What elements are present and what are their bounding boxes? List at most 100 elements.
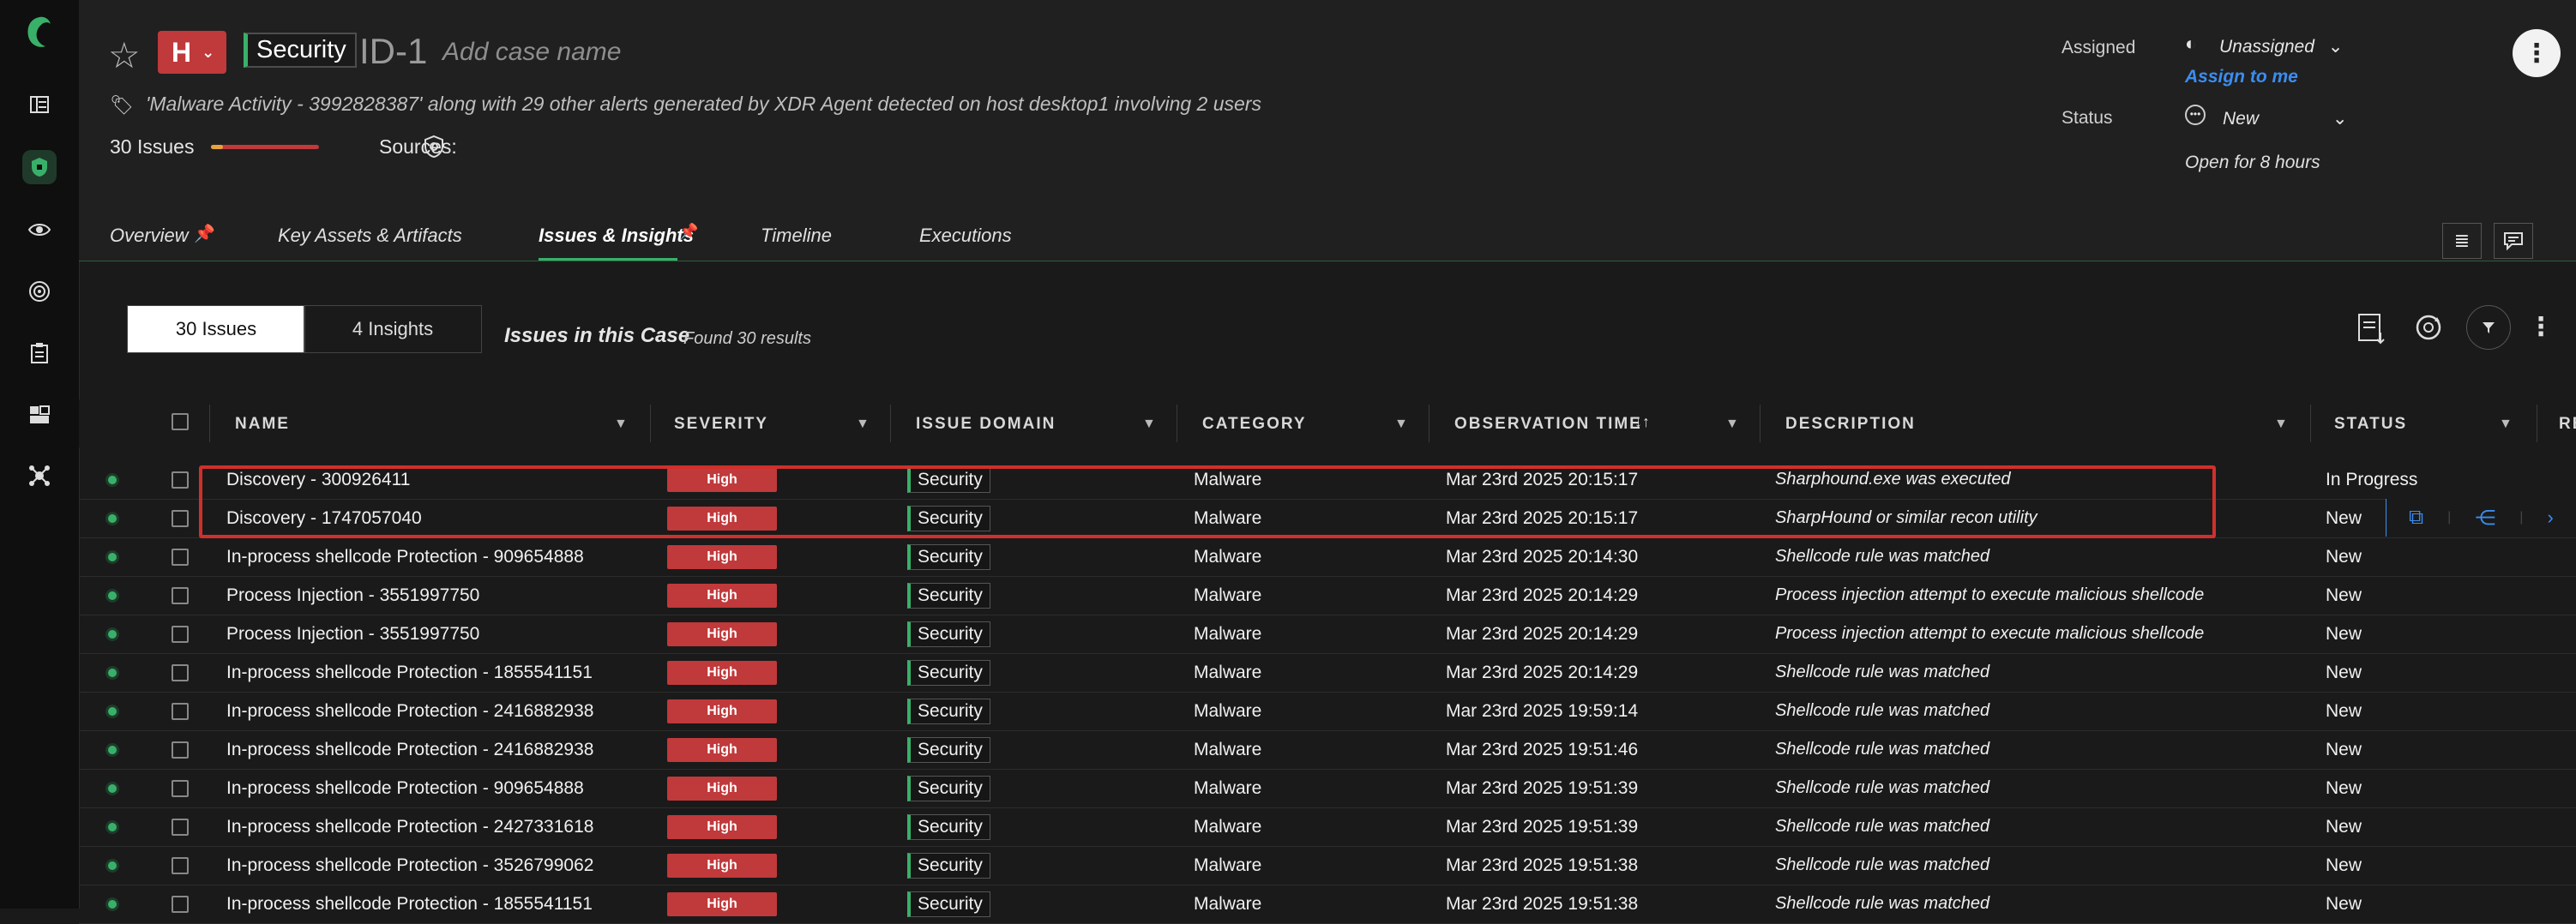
col-header-name[interactable]: NAME [235, 415, 290, 434]
severity-pill: High [667, 583, 777, 608]
row-checkbox[interactable] [172, 741, 189, 759]
row-checkbox[interactable] [172, 625, 189, 643]
eye-icon[interactable] [22, 213, 57, 247]
issue-domain-tag: Security [907, 582, 990, 609]
tab-overview[interactable]: Overview [110, 225, 189, 247]
xdr-agent-icon[interactable] [424, 135, 444, 163]
col-header-issue-domain[interactable]: ISSUE DOMAIN [916, 415, 1056, 434]
row-checkbox[interactable] [172, 663, 189, 681]
row-checkbox[interactable] [172, 779, 189, 797]
category-cell: Malware [1194, 623, 1262, 644]
issue-name[interactable]: In-process shellcode Protection - 352679… [226, 855, 593, 876]
tab-key-assets[interactable]: Key Assets & Artifacts [278, 225, 462, 247]
status-dot-icon [108, 552, 117, 561]
row-checkbox[interactable] [172, 471, 189, 489]
issue-name[interactable]: In-process shellcode Protection - 185554… [226, 663, 593, 683]
assignee-dropdown[interactable]: Unassigned ⌄ [2219, 36, 2343, 57]
issue-name[interactable]: In-process shellcode Protection - 909654… [226, 547, 584, 567]
col-header-description[interactable]: DESCRIPTION [1785, 415, 1916, 434]
sort-icon[interactable]: ↓↑ [1634, 413, 1650, 431]
row-checkbox[interactable] [172, 856, 189, 874]
issue-name[interactable]: In-process shellcode Protection - 242733… [226, 817, 593, 837]
table-row[interactable]: Process Injection - 3551997750 High Securi… [79, 576, 2576, 615]
issue-name[interactable]: In-process shellcode Protection - 909654… [226, 778, 584, 799]
tab-executions[interactable]: Executions [919, 225, 1012, 247]
chevron-down-icon: ⌄ [202, 43, 215, 61]
filter-icon[interactable]: ▼ [2499, 417, 2513, 432]
pin-icon[interactable]: 📌 [194, 223, 215, 244]
app-logo-icon[interactable] [22, 15, 57, 50]
issue-name[interactable]: Discovery - 1747057040 [226, 508, 422, 529]
description-cell: Shellcode rule was matched [1775, 855, 1990, 874]
comments-icon[interactable] [2494, 223, 2533, 259]
row-checkbox[interactable] [172, 586, 189, 604]
issues-segment-button[interactable]: 30 Issues [127, 305, 305, 353]
refresh-icon[interactable] [2411, 310, 2446, 349]
more-options-icon[interactable]: ⋮ [2513, 29, 2561, 77]
filter-icon[interactable] [2466, 305, 2511, 350]
issue-domain-tag: Security [907, 852, 990, 879]
table-row[interactable]: In-process shellcode Protection - 242733… [79, 807, 2576, 847]
table-row[interactable]: In-process shellcode Protection - 909654… [79, 769, 2576, 808]
pivot-icon[interactable]: ⧉ [2409, 506, 2423, 530]
case-description: 'Malware Activity - 3992828387' along wi… [146, 93, 1261, 115]
causality-graph-icon[interactable]: ⋲ [2475, 506, 2495, 531]
row-checkbox[interactable] [172, 818, 189, 836]
severity-dropdown[interactable]: H ⌄ [158, 31, 226, 74]
col-header-severity[interactable]: SEVERITY [674, 415, 768, 434]
status-dropdown[interactable]: New ⌄ [2223, 108, 2347, 129]
row-checkbox[interactable] [172, 702, 189, 720]
observation-time-cell: Mar 23rd 2025 20:14:29 [1446, 662, 1639, 682]
filter-icon[interactable]: ▼ [1725, 417, 1739, 432]
insights-segment-button[interactable]: 4 Insights [304, 305, 482, 353]
filter-icon[interactable]: ▼ [2274, 417, 2288, 432]
issue-name[interactable]: In-process shellcode Protection - 185554… [226, 894, 593, 915]
row-checkbox[interactable] [172, 895, 189, 913]
clipboard-icon[interactable] [22, 336, 57, 370]
filter-icon[interactable]: ▼ [1394, 417, 1408, 432]
filter-icon[interactable]: ▼ [614, 417, 628, 432]
list-view-icon[interactable]: ≣ [2442, 223, 2482, 259]
table-row[interactable]: In-process shellcode Protection - 352679… [79, 846, 2576, 885]
tab-issues-insights[interactable]: Issues & Insights [539, 225, 694, 247]
integrations-icon[interactable] [22, 459, 57, 493]
result-count: Found 30 results [683, 329, 811, 348]
category-cell: Malware [1194, 469, 1262, 489]
table-row[interactable]: In-process shellcode Protection - 909654… [79, 537, 2576, 577]
col-header-category[interactable]: CATEGORY [1202, 415, 1307, 434]
col-header-extra[interactable]: RE [2559, 415, 2576, 434]
issue-name[interactable]: In-process shellcode Protection - 241688… [226, 740, 593, 760]
table-row[interactable]: In-process shellcode Protection - 241688… [79, 730, 2576, 770]
assets-icon[interactable] [22, 398, 57, 432]
table-row[interactable]: Discovery - 1747057040 High Security Malwar… [79, 499, 2576, 538]
issue-name[interactable]: In-process shellcode Protection - 241688… [226, 701, 593, 722]
cases-shield-icon[interactable] [22, 150, 57, 184]
filter-icon[interactable]: ▼ [856, 417, 870, 432]
col-header-status[interactable]: STATUS [2334, 415, 2407, 434]
table-row[interactable]: Process Injection - 3551997750 High Securi… [79, 615, 2576, 654]
tag-icon[interactable]: 🏷 [110, 94, 134, 117]
case-name-input[interactable]: Add case name [442, 38, 621, 67]
tab-timeline[interactable]: Timeline [761, 225, 832, 247]
star-icon[interactable]: ☆ [108, 34, 141, 76]
pin-icon[interactable]: 📌 [679, 223, 698, 241]
row-checkbox[interactable] [172, 509, 189, 527]
dashboard-icon[interactable] [22, 87, 57, 122]
table-row[interactable]: In-process shellcode Protection - 185554… [79, 653, 2576, 693]
target-icon[interactable] [22, 274, 57, 309]
issue-name[interactable]: Process Injection - 3551997750 [226, 624, 479, 645]
observation-time-cell: Mar 23rd 2025 19:59:14 [1446, 700, 1639, 721]
row-checkbox[interactable] [172, 548, 189, 566]
col-header-observation-time[interactable]: OBSERVATION TIME [1454, 415, 1642, 434]
chevron-right-icon[interactable]: › [2547, 507, 2553, 529]
table-row[interactable]: In-process shellcode Protection - 241688… [79, 692, 2576, 731]
table-row[interactable]: In-process shellcode Protection - 185554… [79, 885, 2576, 924]
export-icon[interactable] [2356, 312, 2387, 351]
issue-name[interactable]: Discovery - 300926411 [226, 470, 410, 490]
assign-to-me-link[interactable]: Assign to me [2185, 67, 2298, 87]
table-more-icon[interactable]: ⋮ [2528, 312, 2554, 342]
issue-name[interactable]: Process Injection - 3551997750 [226, 585, 479, 606]
select-all-checkbox[interactable] [172, 413, 189, 430]
filter-icon[interactable]: ▼ [1142, 417, 1156, 432]
table-row[interactable]: Discovery - 300926411 High Security Malware… [79, 460, 2576, 500]
